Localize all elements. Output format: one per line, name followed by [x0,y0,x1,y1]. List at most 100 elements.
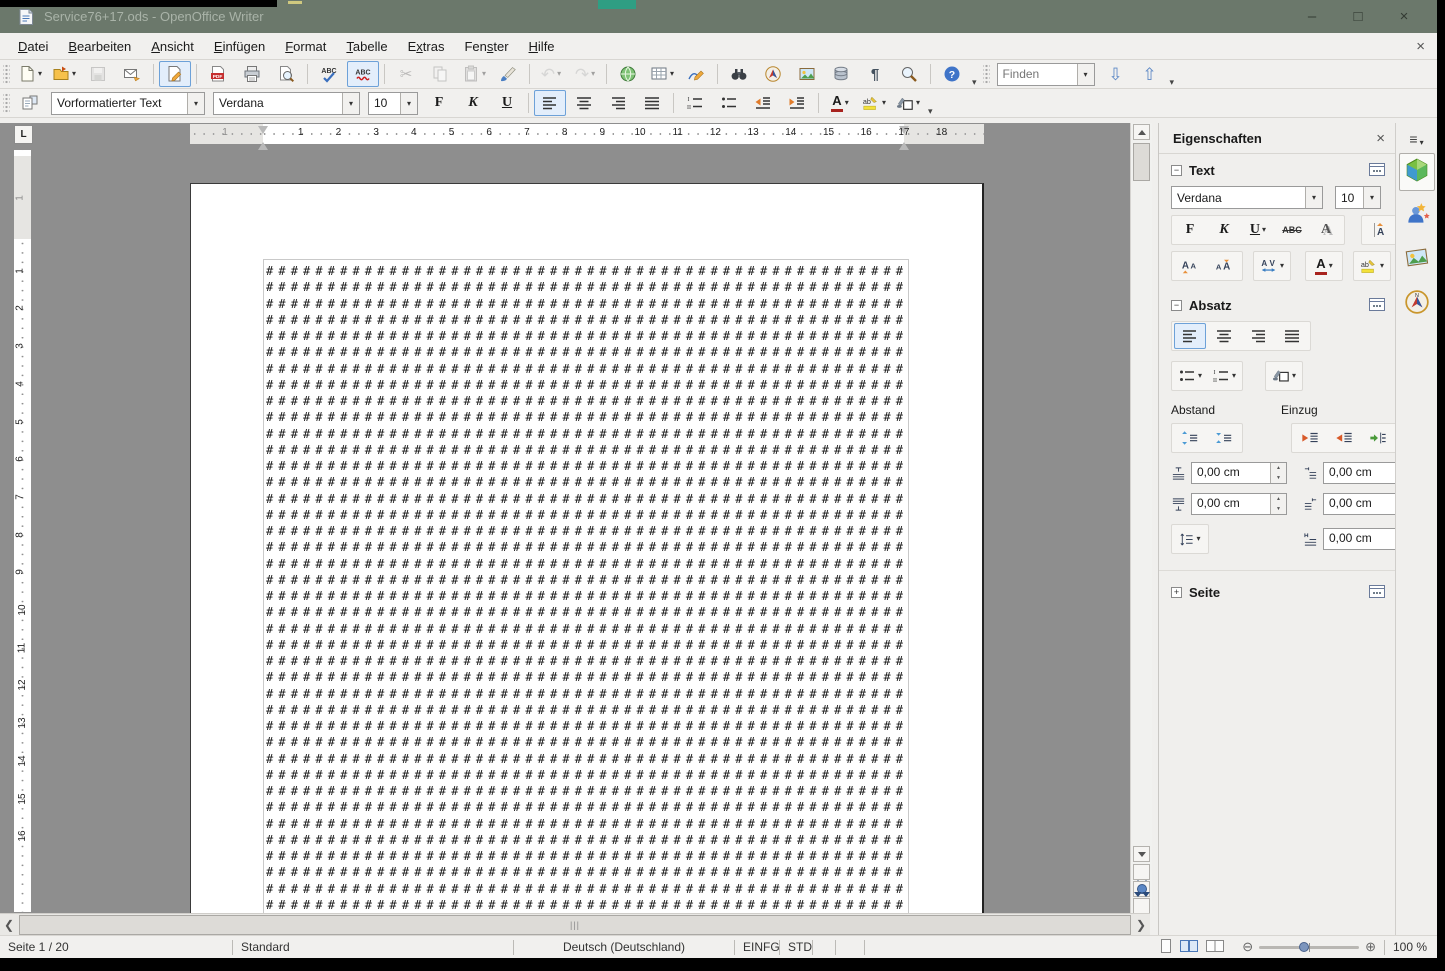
align-right-button[interactable] [602,90,634,116]
paragraph-dialog-launcher-button[interactable] [1369,298,1385,312]
toolbar-overflow-button[interactable]: ▾ [928,97,933,117]
open-button[interactable]: ▾ [48,61,80,87]
dropdown-caret-icon[interactable]: ▾ [916,99,920,107]
text-line[interactable]: # # # # # # # # # # # # # # # # # # # # … [266,702,908,718]
zoom-slider[interactable] [1259,946,1359,949]
dropdown-caret-icon[interactable]: ▾ [557,70,561,78]
text-line[interactable]: # # # # # # # # # # # # # # # # # # # # … [266,344,908,360]
text-line[interactable]: # # # # # # # # # # # # # # # # # # # # … [266,556,908,572]
dropdown-caret-icon[interactable]: ▾ [72,70,76,78]
increase-indent-button[interactable] [1294,425,1326,451]
highlight-color-button[interactable]: ab▾ [1356,253,1388,279]
menu-hilfe[interactable]: Hilfe [519,36,565,57]
underline-button[interactable]: U▾ [1242,217,1274,243]
page-dialog-launcher-button[interactable] [1369,585,1385,599]
decrease-indent-button[interactable] [747,90,779,116]
scroll-right-button[interactable]: ❯ [1132,915,1150,935]
decrease-indent-button[interactable] [1328,425,1360,451]
collapse-text-section-icon[interactable]: − [1171,165,1182,176]
increase-spacing-button[interactable] [1174,425,1206,451]
gallery-button[interactable] [791,61,823,87]
numbered-list-button[interactable]: III▾ [1208,363,1240,389]
dropdown-caret-icon[interactable]: ▾ [845,99,849,107]
above-paragraph-spacing-field[interactable]: 0,00 cm ▲▼ [1191,462,1287,484]
draw-functions-button[interactable] [680,61,712,87]
paragraph-style-combo[interactable]: Vorformatierter Text▾ [51,92,205,115]
collapse-paragraph-section-icon[interactable]: − [1171,300,1182,311]
zoom-slider-thumb[interactable] [1299,942,1309,952]
text-line[interactable]: # # # # # # # # # # # # # # # # # # # # … [266,881,908,897]
dropdown-arrow-icon[interactable]: ▾ [400,93,417,114]
text-line[interactable]: # # # # # # # # # # # # # # # # # # # # … [266,328,908,344]
text-line[interactable]: # # # # # # # # # # # # # # # # # # # # … [266,312,908,328]
styles-panel-button[interactable] [14,90,46,116]
paragraph-background-button[interactable]: ▾ [1268,363,1300,389]
sidebar-font-name-combo[interactable]: Verdana▾ [1171,186,1323,209]
nonprinting-characters-button[interactable]: ¶ [859,61,891,87]
dropdown-caret-icon[interactable]: ▾ [591,70,595,78]
spellcheck-button[interactable]: ABC [313,61,345,87]
tab-properties[interactable] [1399,153,1435,191]
text-line[interactable]: # # # # # # # # # # # # # # # # # # # # … [266,799,908,815]
decrease-spacing-button[interactable] [1208,425,1240,451]
text-line[interactable]: # # # # # # # # # # # # # # # # # # # # … [266,832,908,848]
text-line[interactable]: # # # # # # # # # # # # # # # # # # # # … [266,523,908,539]
toolbar-grip[interactable] [983,64,990,84]
find-input[interactable] [998,67,1077,81]
menu-bearbeiten[interactable]: Bearbeiten [58,36,141,57]
text-line[interactable]: # # # # # # # # # # # # # # # # # # # # … [266,588,908,604]
toolbar-overflow-button[interactable]: ▾ [1170,68,1175,88]
font-color-button[interactable]: A▾ [1308,253,1340,279]
print-button[interactable] [236,61,268,87]
bullet-list-button[interactable] [713,90,745,116]
italic-button[interactable]: K [1208,217,1240,243]
line-spacing-button[interactable]: ▾ [1174,526,1206,552]
numbered-list-button[interactable]: III [679,90,711,116]
text-line[interactable]: # # # # # # # # # # # # # # # # # # # # … [266,848,908,864]
horizontal-scrollbar[interactable]: ❮ ||| ❯ [0,913,1150,935]
text-line[interactable]: # # # # # # # # # # # # # # # # # # # # … [266,604,908,620]
new-document-button[interactable]: ▾ [14,61,46,87]
copy-button[interactable] [424,61,456,87]
zoom-button[interactable] [893,61,925,87]
strikethrough-button[interactable]: ABC [1276,217,1308,243]
text-line[interactable]: # # # # # # # # # # # # # # # # # # # # … [266,572,908,588]
send-email-button[interactable] [116,61,148,87]
menu-format[interactable]: Format [275,36,336,57]
cut-button[interactable]: ✂ [390,61,422,87]
toolbar-grip[interactable] [3,64,10,84]
zoom-in-icon[interactable]: ⊕ [1365,939,1376,955]
shrink-font-button[interactable]: AA [1208,253,1240,279]
character-spacing-button[interactable]: AV▾ [1256,253,1288,279]
dropdown-caret-icon[interactable]: ▾ [482,70,486,78]
text-line[interactable]: # # # # # # # # # # # # # # # # # # # # … [266,296,908,312]
document-page[interactable]: # # # # # # # # # # # # # # # # # # # # … [190,183,984,913]
dropdown-caret-icon[interactable]: ▾ [670,70,674,78]
switch-indent-button[interactable] [1362,425,1394,451]
text-dialog-launcher-button[interactable] [1369,163,1385,177]
undo-button[interactable]: ↶▾ [535,61,567,87]
left-margin-marker[interactable] [258,126,268,134]
multi-page-view-button[interactable] [1179,938,1199,957]
text-line[interactable]: # # # # # # # # # # # # # # # # # # # # … [266,767,908,783]
text-line[interactable]: # # # # # # # # # # # # # # # # # # # # … [266,426,908,442]
single-page-view-button[interactable] [1159,938,1173,957]
text-line[interactable]: # # # # # # # # # # # # # # # # # # # # … [266,377,908,393]
tab-gallery[interactable] [1399,241,1435,279]
status-page-count[interactable]: Seite 1 / 20 [0,940,232,954]
toolbar-grip[interactable] [3,93,10,113]
sidebar-close-icon[interactable]: × [1376,130,1385,147]
text-line[interactable]: # # # # # # # # # # # # # # # # # # # # … [266,507,908,523]
status-page-style[interactable]: Standard [233,940,513,954]
document-close-icon[interactable]: × [1416,38,1425,55]
vertical-scroll-thumb[interactable] [1133,143,1150,181]
insert-table-button[interactable]: ▾ [646,61,678,87]
text-line[interactable]: # # # # # # # # # # # # # # # # # # # # … [266,816,908,832]
menu-extras[interactable]: Extras [398,36,455,57]
status-selection-mode[interactable]: STD [780,940,812,954]
dropdown-arrow-icon[interactable]: ▾ [187,93,204,114]
align-justify-button[interactable] [636,90,668,116]
text-line[interactable]: # # # # # # # # # # # # # # # # # # # # … [266,279,908,295]
vertical-scrollbar[interactable] [1130,123,1152,913]
bold-button[interactable]: F [1174,217,1206,243]
